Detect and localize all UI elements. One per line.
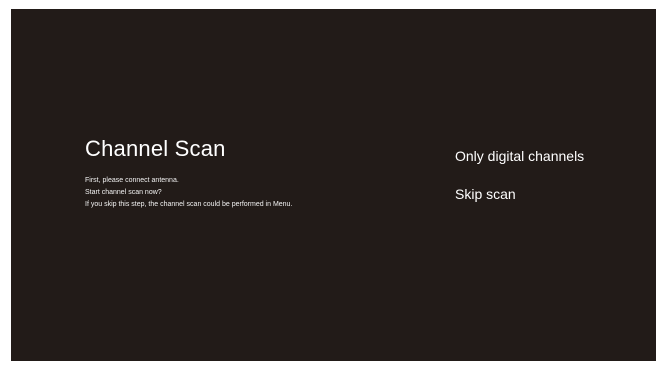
channel-scan-info: Channel Scan First, please connect anten… bbox=[85, 135, 415, 211]
scan-options-menu: Only digital channels Skip scan bbox=[455, 146, 645, 222]
channel-scan-screen: Channel Scan First, please connect anten… bbox=[11, 9, 656, 361]
skip-scan-option[interactable]: Skip scan bbox=[455, 184, 645, 204]
description-line-skip-note: If you skip this step, the channel scan … bbox=[85, 201, 293, 208]
only-digital-channels-option[interactable]: Only digital channels bbox=[455, 146, 645, 166]
page-title: Channel Scan bbox=[85, 136, 226, 161]
description-line-connect-antenna: First, please connect antenna. bbox=[85, 177, 179, 184]
description-line-start-scan: Start channel scan now? bbox=[85, 189, 162, 196]
